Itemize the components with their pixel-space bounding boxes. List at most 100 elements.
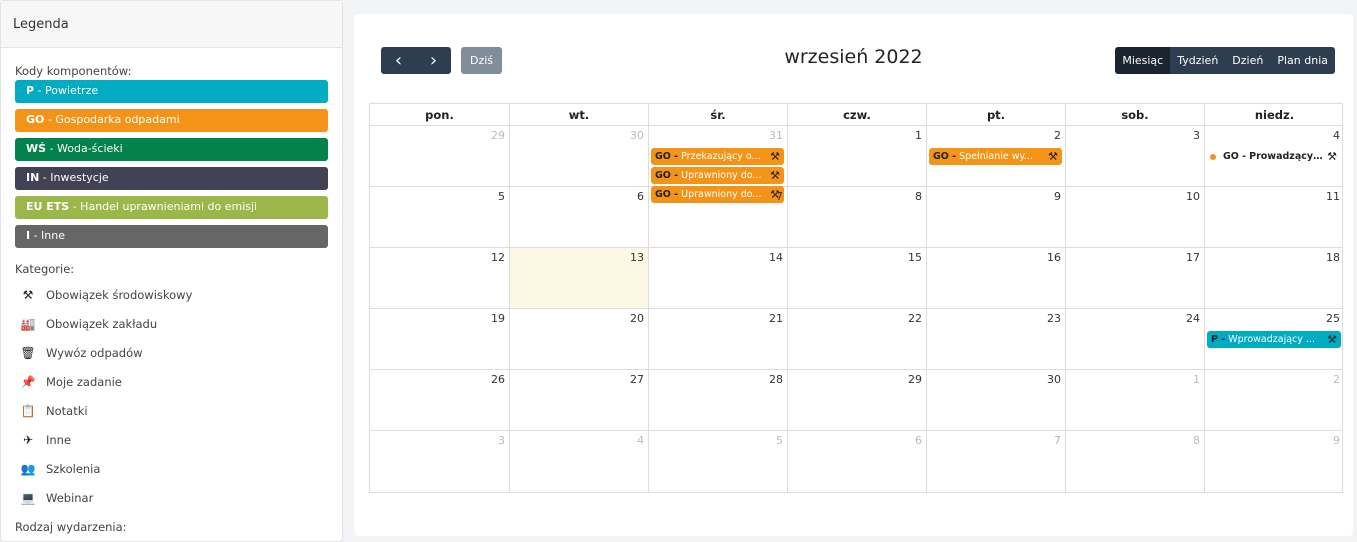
day-number[interactable]: 8 [915, 190, 922, 203]
day-cell[interactable]: 16 [927, 248, 1066, 308]
day-cell[interactable]: 26 [370, 370, 510, 430]
day-cell[interactable]: 11 [1205, 187, 1344, 247]
day-number[interactable]: 23 [1047, 312, 1061, 325]
day-cell[interactable]: 20 [510, 309, 649, 369]
day-number[interactable]: 5 [498, 190, 505, 203]
day-cell[interactable]: 21 [649, 309, 788, 369]
day-number[interactable]: 6 [637, 190, 644, 203]
day-number[interactable]: 6 [915, 434, 922, 447]
day-number[interactable]: 9 [1333, 434, 1340, 447]
day-number[interactable]: 28 [769, 373, 783, 386]
view-button[interactable]: Tydzień [1170, 47, 1226, 74]
day-cell[interactable]: 1 [1066, 370, 1205, 430]
day-number[interactable]: 20 [630, 312, 644, 325]
day-number[interactable]: 29 [908, 373, 922, 386]
day-number[interactable]: 31 [769, 129, 783, 142]
day-cell[interactable]: 23 [927, 309, 1066, 369]
event-item[interactable]: P - Wprowadzający ... ⚒ [1207, 331, 1341, 348]
day-number[interactable]: 13 [630, 251, 644, 264]
day-cell[interactable]: 8 [788, 187, 927, 247]
day-number[interactable]: 12 [491, 251, 505, 264]
day-number[interactable]: 26 [491, 373, 505, 386]
day-cell[interactable]: 7 [927, 431, 1066, 492]
event-item[interactable]: GO - Przekazujący o... ⚒ [651, 148, 784, 165]
day-number[interactable]: 16 [1047, 251, 1061, 264]
day-cell[interactable]: 2 GO - Spełnianie wy... ⚒ [927, 126, 1066, 186]
day-number[interactable]: 5 [776, 434, 783, 447]
day-number[interactable]: 4 [637, 434, 644, 447]
day-number[interactable]: 24 [1186, 312, 1200, 325]
day-number[interactable]: 4 [1333, 129, 1340, 142]
event-item[interactable]: GO - Spełnianie wy... ⚒ [929, 148, 1062, 165]
day-number[interactable]: 1 [915, 129, 922, 142]
day-number[interactable]: 29 [491, 129, 505, 142]
day-number[interactable]: 8 [1193, 434, 1200, 447]
day-cell[interactable]: 9 [927, 187, 1066, 247]
day-cell[interactable]: 15 [788, 248, 927, 308]
day-cell[interactable]: 25 P - Wprowadzający ... ⚒ [1205, 309, 1344, 369]
view-button[interactable]: Dzień [1225, 47, 1271, 74]
day-number[interactable]: 7 [1054, 434, 1061, 447]
day-cell[interactable]: 5 [370, 187, 510, 247]
category-item: 💻 Webinar [15, 483, 328, 512]
industry-icon: 🏭 [20, 316, 36, 331]
month-grid: pon. wt. śr. czw. pt. sob. niedz. 29 30 31 GO - Pr… [369, 103, 1343, 493]
day-cell[interactable]: 7 [649, 187, 788, 247]
day-cell[interactable]: 22 [788, 309, 927, 369]
event-item[interactable]: GO - Uprawniony do... ⚒ [651, 167, 784, 184]
day-number[interactable]: 25 [1326, 312, 1340, 325]
component-label: - Woda-ścieki [46, 142, 123, 155]
day-cell[interactable]: 6 [788, 431, 927, 492]
day-cell[interactable]: 8 [1066, 431, 1205, 492]
day-number[interactable]: 9 [1054, 190, 1061, 203]
day-number[interactable]: 7 [776, 190, 783, 203]
day-cell[interactable]: 4 [510, 431, 649, 492]
day-cell[interactable]: 24 [1066, 309, 1205, 369]
day-cell[interactable]: 3 [1066, 126, 1205, 186]
category-item: 👥 Szkolenia [15, 454, 328, 483]
components-list: P - Powietrze GO - Gospodarka odpadami WŚ … [15, 80, 328, 248]
day-cell[interactable]: 14 [649, 248, 788, 308]
day-number[interactable]: 2 [1054, 129, 1061, 142]
day-cell[interactable]: 1 [788, 126, 927, 186]
day-number[interactable]: 14 [769, 251, 783, 264]
day-number[interactable]: 3 [498, 434, 505, 447]
day-cell[interactable]: 12 [370, 248, 510, 308]
day-cell[interactable]: 18 [1205, 248, 1344, 308]
day-number[interactable]: 3 [1193, 129, 1200, 142]
day-cell[interactable]: 19 [370, 309, 510, 369]
day-cell[interactable]: 6 [510, 187, 649, 247]
day-cell[interactable]: 30 [927, 370, 1066, 430]
view-button[interactable]: Miesiąc [1115, 47, 1171, 74]
rocket-icon: ✈ [22, 432, 34, 447]
day-cell[interactable]: 5 [649, 431, 788, 492]
day-number[interactable]: 10 [1186, 190, 1200, 203]
day-cell[interactable]: 27 [510, 370, 649, 430]
day-number[interactable]: 1 [1193, 373, 1200, 386]
day-cell[interactable]: 30 [510, 126, 649, 186]
day-number[interactable]: 18 [1326, 251, 1340, 264]
day-cell[interactable]: 29 [788, 370, 927, 430]
day-cell[interactable]: 31 GO - Przekazujący o... ⚒ GO - Uprawniony d… [649, 126, 788, 203]
day-cell[interactable]: 4 GO - Prowadzący ... ⚒ [1205, 126, 1344, 186]
day-cell[interactable]: 29 [370, 126, 510, 186]
day-cell[interactable]: 9 [1205, 431, 1344, 492]
day-cell[interactable]: 28 [649, 370, 788, 430]
day-number[interactable]: 19 [491, 312, 505, 325]
day-cell[interactable]: 13 [510, 248, 649, 308]
day-cell[interactable]: 3 [370, 431, 510, 492]
day-cell[interactable]: 17 [1066, 248, 1205, 308]
event-item[interactable]: GO - Prowadzący ... ⚒ [1207, 148, 1341, 165]
day-number[interactable]: 2 [1333, 373, 1340, 386]
view-button[interactable]: Plan dnia [1270, 47, 1335, 74]
day-number[interactable]: 27 [630, 373, 644, 386]
day-cell[interactable]: 2 [1205, 370, 1344, 430]
day-number[interactable]: 17 [1186, 251, 1200, 264]
day-number[interactable]: 21 [769, 312, 783, 325]
day-number[interactable]: 30 [630, 129, 644, 142]
day-number[interactable]: 30 [1047, 373, 1061, 386]
day-number[interactable]: 22 [908, 312, 922, 325]
day-number[interactable]: 11 [1326, 190, 1340, 203]
day-number[interactable]: 15 [908, 251, 922, 264]
day-cell[interactable]: 10 [1066, 187, 1205, 247]
